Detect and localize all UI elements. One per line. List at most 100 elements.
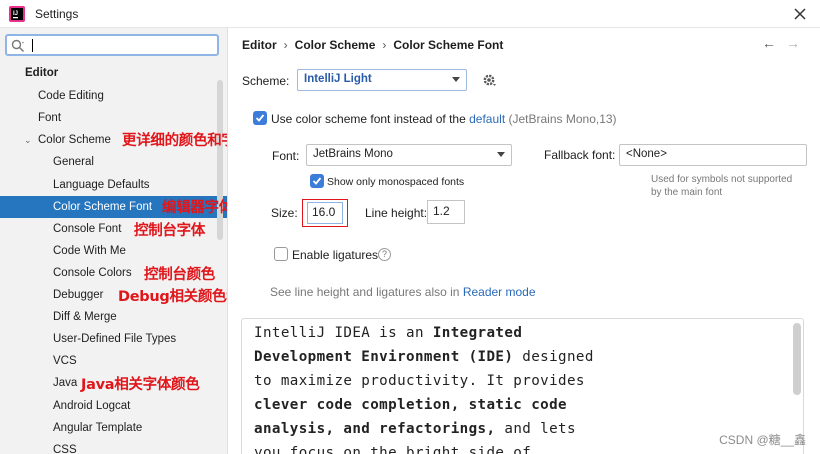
back-arrow-icon[interactable]: ← [762,35,776,51]
intellij-app-icon: IJ [9,6,25,22]
window-title: Settings [35,7,79,21]
preview-text: to maximize productivity. It provides [254,373,585,389]
see-also-line: See line height and ligatures also in Re… [270,285,536,299]
annotation-color-scheme-font: 编辑器字体 [162,200,228,216]
size-highlight-box: 16.0 [302,199,348,227]
preview-text-bold: analysis, and refactorings, [254,421,496,437]
enable-ligatures-label: Enable ligatures [292,248,379,262]
font-value: JetBrains Mono [313,148,393,160]
use-scheme-font-text: Use color scheme font instead of the [271,112,466,126]
tree-item-editor[interactable]: Editor [0,62,227,84]
font-dropdown[interactable]: JetBrains Mono [306,144,512,166]
help-icon[interactable]: ? [378,248,391,261]
preview-text: IntelliJ IDEA is an [254,325,433,341]
preview-text-bold: clever code completion, static code [254,397,567,413]
tree-item-code-with-me[interactable]: Code With Me [0,240,227,262]
annotation-debugger: Debug相关颜色和字体 [118,289,227,305]
scheme-label: Scheme: [242,74,290,88]
tree-item-label: Font [38,112,62,124]
breadcrumb: Editor › Color Scheme › Color Scheme Font [242,38,503,52]
tree-item-label: VCS [53,355,77,367]
preview-line: you focus on the bright side of [254,445,531,454]
svg-text:IJ: IJ [13,11,18,17]
preview-line: analysis, and refactorings, and lets [254,421,576,437]
fallback-hint-line2: by the main font [651,187,723,198]
tree-item-label: User-Defined File Types [53,333,177,345]
size-input[interactable]: 16.0 [307,202,343,224]
preview-line: to maximize productivity. It provides [254,373,585,389]
dropdown-arrow-icon [452,77,460,82]
reader-mode-link[interactable]: Reader mode [463,285,536,299]
preview-text: designed [513,349,594,365]
line-height-label: Line height: [365,206,428,220]
annotation-java: Java相关字体颜色 [81,377,200,393]
settings-content: Editor › Color Scheme › Color Scheme Font ← … [228,28,820,454]
tree-item-label: Code Editing [38,90,104,102]
tree-item-android-logcat[interactable]: Android Logcat [0,395,227,417]
see-also-text: See line height and ligatures also in [270,285,460,299]
use-scheme-font-checkbox[interactable] [253,111,267,125]
font-label: Font: [272,149,300,163]
tree-item-label: Diff & Merge [53,311,117,323]
search-icon [11,39,24,52]
search-input[interactable] [35,37,215,54]
breadcrumb-item-color-scheme[interactable]: Color Scheme [295,38,376,52]
tree-item-code-editing[interactable]: Code Editing [0,85,227,107]
annotation-console-font: 控制台字体 [134,223,205,239]
tree-item-label: Editor [25,67,59,79]
line-height-input[interactable]: 1.2 [427,200,465,224]
tree-item-label: Language Defaults [53,179,150,191]
tree-item-label: CSS [53,444,77,454]
annotation-color-scheme: 更详细的颜色和字体 [122,133,227,149]
scheme-value: IntelliJ Light [304,73,372,85]
fallback-hint-line1: Used for symbols not supported [651,174,793,185]
preview-text-bold: Development Environment (IDE) [254,349,514,365]
tree-item-css[interactable]: CSS [0,439,227,454]
tree-item-angular-template[interactable]: Angular Template [0,417,227,439]
tree-item-label: Code With Me [53,245,126,257]
gear-icon[interactable] [481,72,497,88]
tree-item-general[interactable]: General [0,151,227,173]
use-scheme-font-label: Use color scheme font instead of the def… [271,112,617,126]
tree-item-label: Android Logcat [53,400,131,412]
scheme-dropdown[interactable]: IntelliJ Light [297,69,467,91]
monospaced-only-label: Show only monospaced fonts [327,176,465,188]
chevron-down-icon[interactable]: ⌄ [24,129,32,151]
default-font-link[interactable]: default [469,112,505,126]
breadcrumb-separator: › [382,38,387,52]
preview-scrollbar[interactable] [793,323,801,395]
tree-item-user-defined-file-types[interactable]: User-Defined File Types [0,328,227,350]
tree-item-font[interactable]: Font [0,107,227,129]
breadcrumb-item-color-scheme-font: Color Scheme Font [393,38,504,52]
preview-text: you focus on the bright side of [254,445,532,454]
tree-item-label: Color Scheme [38,134,111,146]
size-label: Size: [271,206,298,220]
preview-line: IntelliJ IDEA is an Integrated [254,325,522,341]
preview-text: and lets [495,421,576,437]
fallback-font-dropdown[interactable]: <None> [619,144,807,166]
tree-item-label: Angular Template [53,422,143,434]
tree-item-language-defaults[interactable]: Language Defaults [0,174,227,196]
settings-search-field[interactable] [5,34,219,56]
breadcrumb-item-editor[interactable]: Editor [242,38,277,52]
dropdown-arrow-icon [497,152,505,157]
forward-arrow-icon[interactable]: → [786,35,800,51]
tree-item-label: Debugger [53,289,104,301]
tree-item-label: General [53,156,94,168]
tree-item-label: Console Colors [53,267,132,279]
preview-line: Development Environment (IDE) designed [254,349,594,365]
monospaced-only-checkbox[interactable] [310,174,324,188]
tree-item-vcs[interactable]: VCS [0,350,227,372]
preview-text-bold: Integrated [432,325,523,341]
enable-ligatures-checkbox[interactable] [274,247,288,261]
title-bar: IJ Settings [0,0,820,28]
annotation-console-colors: 控制台颜色 [144,267,215,283]
preview-line: clever code completion, static code [254,397,567,413]
tree-item-diff-merge[interactable]: Diff & Merge [0,306,227,328]
text-caret [32,39,33,52]
settings-sidebar: Editor Code Editing Font ⌄ Color Scheme … [0,28,228,454]
watermark: CSDN @糖__鑫 [719,433,806,447]
close-icon[interactable] [790,4,810,24]
breadcrumb-separator: › [283,38,288,52]
default-font-hint: (JetBrains Mono,13) [508,112,617,126]
